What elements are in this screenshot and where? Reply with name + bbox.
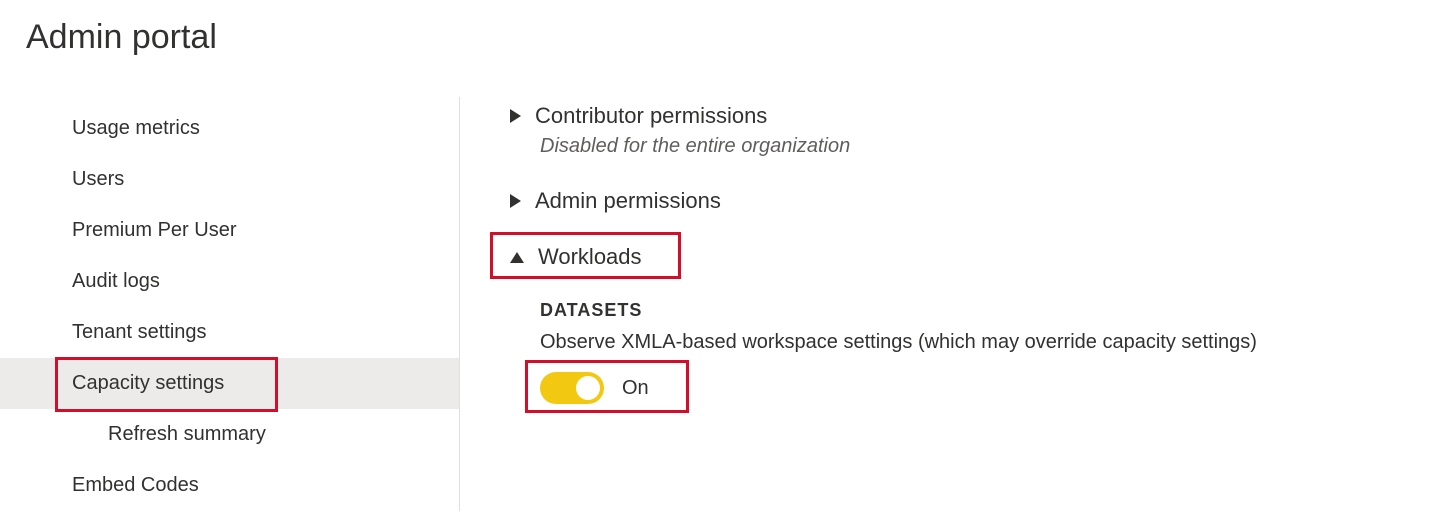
section-title: Workloads: [538, 244, 642, 270]
subsection-description: Observe XMLA-based workspace settings (w…: [540, 331, 1429, 354]
chevron-up-icon: [510, 252, 524, 263]
sidebar-item-label: Capacity settings: [72, 372, 224, 394]
sidebar-item-label: Users: [72, 168, 124, 190]
content-wrap: Usage metrics Users Premium Per User Aud…: [0, 97, 1429, 511]
xmla-toggle[interactable]: [540, 372, 604, 404]
sidebar-item-label: Audit logs: [72, 270, 160, 292]
sidebar: Usage metrics Users Premium Per User Aud…: [0, 97, 460, 511]
section-title: Admin permissions: [535, 188, 721, 214]
toggle-row: On: [540, 372, 1429, 404]
sidebar-item-capacity-settings[interactable]: Capacity settings: [0, 358, 459, 409]
sidebar-item-usage-metrics[interactable]: Usage metrics: [0, 103, 459, 154]
main-content: Contributor permissions Disabled for the…: [460, 97, 1429, 511]
chevron-right-icon: [510, 194, 521, 208]
section-workloads: Workloads DATASETS Observe XMLA-based wo…: [510, 244, 1429, 404]
sidebar-item-label: Embed Codes: [72, 474, 199, 496]
page-title: Admin portal: [0, 0, 1429, 57]
chevron-right-icon: [510, 109, 521, 123]
section-contributor-permissions: Contributor permissions Disabled for the…: [510, 103, 1429, 158]
workloads-body: DATASETS Observe XMLA-based workspace se…: [540, 300, 1429, 404]
sidebar-item-users[interactable]: Users: [0, 154, 459, 205]
sidebar-item-embed-codes[interactable]: Embed Codes: [0, 460, 459, 511]
toggle-state-label: On: [622, 377, 649, 400]
section-header-workloads[interactable]: Workloads: [510, 244, 1429, 270]
sidebar-item-tenant-settings[interactable]: Tenant settings: [0, 307, 459, 358]
section-title: Contributor permissions: [535, 103, 767, 129]
sidebar-item-label: Premium Per User: [72, 219, 236, 241]
sidebar-item-label: Refresh summary: [108, 423, 266, 445]
sidebar-subitem-refresh-summary[interactable]: Refresh summary: [0, 409, 459, 460]
section-admin-permissions: Admin permissions: [510, 188, 1429, 214]
section-header-admin[interactable]: Admin permissions: [510, 188, 1429, 214]
section-header-contributor[interactable]: Contributor permissions: [510, 103, 1429, 129]
section-subtitle: Disabled for the entire organization: [540, 135, 1429, 158]
sidebar-item-label: Usage metrics: [72, 117, 200, 139]
toggle-knob: [576, 376, 600, 400]
sidebar-item-premium-per-user[interactable]: Premium Per User: [0, 205, 459, 256]
sidebar-item-label: Tenant settings: [72, 321, 207, 343]
sidebar-item-audit-logs[interactable]: Audit logs: [0, 256, 459, 307]
subsection-header-datasets: DATASETS: [540, 300, 1429, 321]
